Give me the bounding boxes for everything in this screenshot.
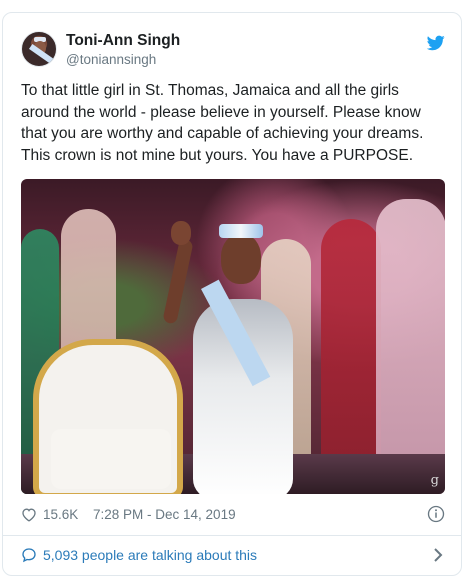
tweet-photo[interactable]: g xyxy=(21,179,445,494)
tweet-card[interactable]: Toni-Ann Singh @toniannsingh To that lit… xyxy=(2,12,462,576)
tweet-meta: 15.6K 7:28 PM - Dec 14, 2019 xyxy=(21,505,445,527)
heart-icon[interactable] xyxy=(21,507,37,522)
tweet-text: To that little girl in St. Thomas, Jamai… xyxy=(21,82,424,164)
divider xyxy=(3,535,461,536)
photo-watermark: g xyxy=(430,473,439,488)
tweet-header: Toni-Ann Singh @toniannsingh xyxy=(21,29,445,75)
chevron-right-icon[interactable] xyxy=(433,548,443,562)
author-handle[interactable]: @toniannsingh xyxy=(66,52,156,67)
like-count[interactable]: 15.6K xyxy=(43,507,78,522)
speech-bubble-icon xyxy=(22,548,36,563)
twitter-bird-icon[interactable] xyxy=(427,35,445,51)
tweet-timestamp[interactable]: 7:28 PM - Dec 14, 2019 xyxy=(93,507,236,522)
crown xyxy=(219,224,263,238)
author-name[interactable]: Toni-Ann Singh xyxy=(66,32,180,50)
talking-about-text[interactable]: 5,093 people are talking about this xyxy=(43,547,257,563)
author-avatar[interactable] xyxy=(21,31,57,67)
info-icon[interactable] xyxy=(427,505,445,523)
talking-about-link[interactable]: 5,093 people are talking about this xyxy=(21,543,445,569)
